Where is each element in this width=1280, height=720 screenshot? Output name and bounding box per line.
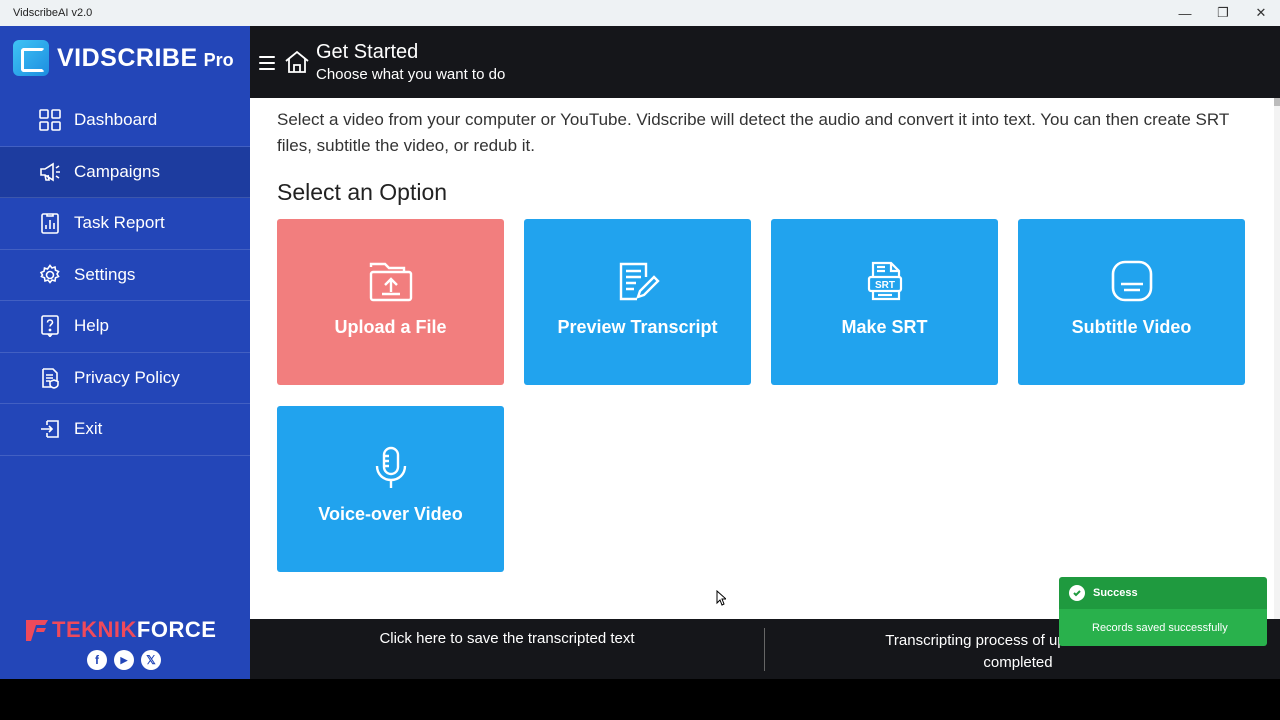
- subtitles-icon: [1108, 257, 1156, 305]
- sidebar-item-label: Exit: [74, 419, 103, 439]
- sidebar-nav: Dashboard Campaigns Task Report Settings: [0, 95, 250, 456]
- dashboard-icon: [38, 108, 62, 132]
- vidscribe-logo-icon: [13, 40, 49, 76]
- sidebar-item-exit[interactable]: Exit: [0, 404, 250, 456]
- window-title: VidscribeAI v2.0: [13, 7, 93, 19]
- sidebar-item-label: Dashboard: [74, 110, 158, 130]
- upload-file-card[interactable]: Upload a File: [277, 219, 504, 385]
- youtube-icon[interactable]: ▶: [114, 650, 134, 670]
- exit-icon: [38, 417, 62, 441]
- x-icon[interactable]: 𝕏: [141, 650, 161, 670]
- page-subtitle: Choose what you want to do: [316, 66, 506, 83]
- toast-header: Success: [1059, 577, 1267, 609]
- section-title: Select an Option: [277, 179, 448, 205]
- sidebar-item-privacy-policy[interactable]: Privacy Policy: [0, 353, 250, 404]
- sidebar-item-label: Help: [74, 316, 109, 336]
- social-links: f ▶ 𝕏: [87, 650, 161, 670]
- sidebar-item-task-report[interactable]: Task Report: [0, 198, 250, 250]
- sidebar: VIDSCRIBE Pro Dashboard Campaigns Task R…: [0, 26, 250, 679]
- srt-file-icon: SRT: [861, 257, 909, 305]
- check-icon: [1069, 585, 1085, 601]
- policy-icon: [38, 366, 62, 390]
- close-button[interactable]: ✕: [1242, 0, 1280, 26]
- sidebar-item-label: Privacy Policy: [74, 367, 180, 387]
- card-label: Upload a File: [334, 317, 447, 337]
- preview-transcript-card[interactable]: Preview Transcript: [524, 219, 751, 385]
- sidebar-item-label: Task Report: [74, 213, 165, 233]
- help-icon: [38, 314, 62, 338]
- sidebar-item-campaigns[interactable]: Campaigns: [0, 146, 250, 198]
- card-label: Make SRT: [841, 317, 928, 337]
- upload-folder-icon: [367, 257, 415, 305]
- mouse-cursor-icon: [716, 590, 726, 606]
- page-title: Get Started: [316, 41, 419, 63]
- maximize-button[interactable]: ❐: [1204, 0, 1242, 26]
- menu-toggle-icon[interactable]: [259, 56, 275, 70]
- sidebar-item-label: Settings: [74, 264, 136, 284]
- teknikforce-logo: TEKNIK FORCE: [24, 617, 216, 643]
- card-label: Subtitle Video: [1071, 317, 1192, 337]
- facebook-icon[interactable]: f: [87, 650, 107, 670]
- logo-pro-label: Pro: [203, 49, 234, 70]
- intro-text: Select a video from your computer or You…: [277, 110, 1229, 155]
- gear-icon: [38, 263, 62, 287]
- subtitle-video-card[interactable]: Subtitle Video: [1018, 219, 1245, 385]
- scrollbar-thumb[interactable]: [1274, 98, 1280, 106]
- voice-over-video-card[interactable]: Voice-over Video: [277, 406, 504, 572]
- home-icon[interactable]: [283, 48, 311, 76]
- card-label: Preview Transcript: [557, 317, 718, 337]
- sidebar-item-help[interactable]: Help: [0, 301, 250, 353]
- brand-text-part1: TEKNIK: [52, 617, 137, 642]
- report-icon: [38, 211, 62, 235]
- make-srt-card[interactable]: SRT Make SRT: [771, 219, 998, 385]
- sidebar-item-dashboard[interactable]: Dashboard: [0, 95, 250, 147]
- svg-text:SRT: SRT: [875, 280, 895, 291]
- minimize-button[interactable]: —: [1166, 0, 1204, 26]
- toast-message: Records saved successfully: [1059, 609, 1267, 646]
- success-toast[interactable]: Success Records saved successfully: [1059, 577, 1267, 646]
- window-controls: — ❐ ✕: [1166, 0, 1280, 26]
- microphone-icon: [367, 444, 415, 492]
- megaphone-icon: [38, 160, 62, 184]
- logo-text: VIDSCRIBE: [57, 43, 198, 72]
- card-label: Voice-over Video: [318, 504, 463, 524]
- brand-text-part2: FORCE: [136, 617, 217, 642]
- sidebar-item-settings[interactable]: Settings: [0, 250, 250, 301]
- save-transcript-button[interactable]: Click here to save the transcripted text: [250, 619, 764, 679]
- status-text-line2: completed: [983, 654, 1053, 671]
- toast-title: Success: [1093, 587, 1138, 599]
- teknikforce-mark-icon: [26, 620, 48, 641]
- edit-document-icon: [614, 257, 662, 305]
- app-logo: VIDSCRIBE Pro: [13, 40, 234, 76]
- window-titlebar: VidscribeAI v2.0 — ❐ ✕: [0, 0, 1280, 26]
- main-content: Select a video from your computer or You…: [250, 98, 1274, 619]
- page-header: Get Started Choose what you want to do: [250, 26, 1280, 98]
- main-scrollbar[interactable]: [1274, 98, 1280, 619]
- sidebar-item-label: Campaigns: [74, 161, 160, 181]
